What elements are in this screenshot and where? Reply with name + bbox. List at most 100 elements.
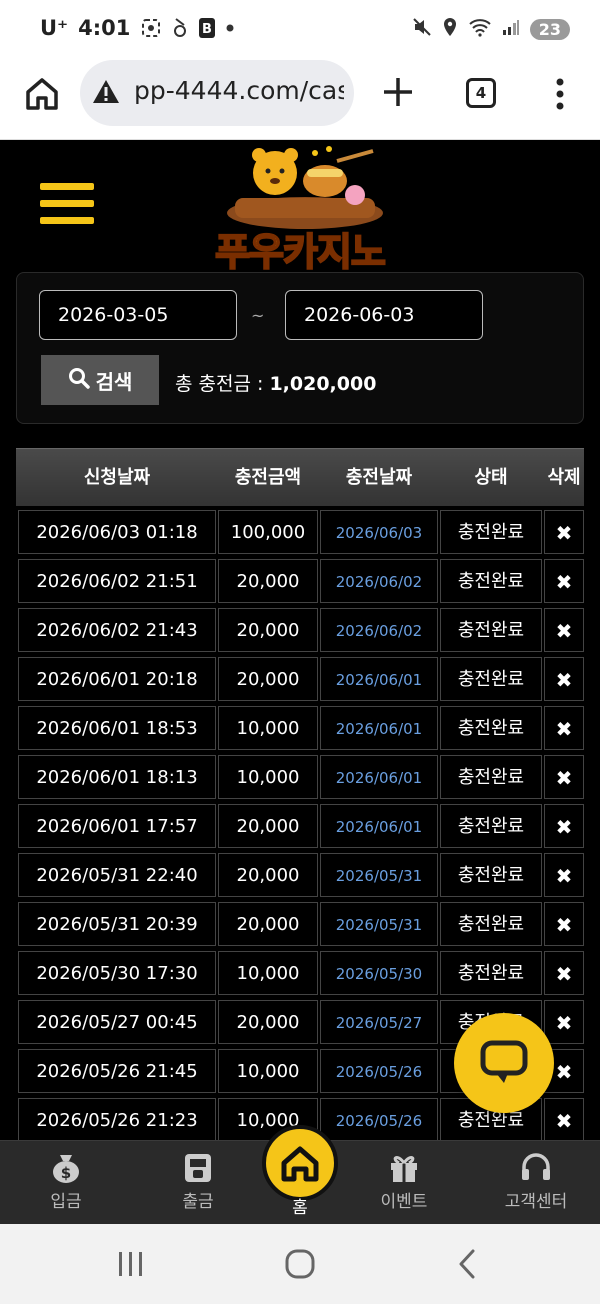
delete-icon[interactable]: ✖ (544, 608, 584, 652)
filter-panel: 2026-03-05 ~ 2026-06-03 검색 총 충전금 : 1,020… (16, 272, 584, 424)
nav-withdraw[interactable]: 출금 (148, 1149, 248, 1212)
cell-charge-date[interactable]: 2026/05/30 (320, 951, 438, 995)
nav-withdraw-label: 출금 (182, 1192, 214, 1212)
cell-amount: 20,000 (218, 804, 318, 848)
nav-support[interactable]: 고객센터 (486, 1149, 586, 1212)
atm-icon (148, 1149, 248, 1187)
cell-charge-date[interactable]: 2026/06/02 (320, 559, 438, 603)
delete-icon[interactable]: ✖ (544, 853, 584, 897)
nav-event[interactable]: 이벤트 (354, 1149, 454, 1212)
delete-icon[interactable]: ✖ (544, 510, 584, 554)
address-bar[interactable]: pp-4444.com/cas (80, 60, 354, 126)
cell-charge-date[interactable]: 2026/05/31 (320, 902, 438, 946)
table-row: 2026/06/03 01:18 100,000 2026/06/03 충전완료 ✖ (16, 506, 584, 555)
table-row: 2026/06/01 20:18 20,000 2026/06/01 충전완료 ✖ (16, 653, 584, 702)
cell-amount: 20,000 (218, 657, 318, 701)
delete-icon[interactable]: ✖ (544, 1000, 584, 1044)
money-bag-icon: $ (16, 1149, 116, 1187)
cell-request-date: 2026/06/01 20:18 (18, 657, 216, 701)
cell-amount: 100,000 (218, 510, 318, 554)
cell-status: 충전완료 (440, 559, 542, 603)
delete-icon[interactable]: ✖ (544, 559, 584, 603)
site-logo[interactable]: 푸우카지노 (205, 143, 395, 275)
cell-charge-date[interactable]: 2026/06/03 (320, 510, 438, 554)
delete-icon[interactable]: ✖ (544, 755, 584, 799)
status-bar: U⁺ 4:01 B 23 (0, 0, 600, 60)
location-icon (442, 17, 458, 41)
cell-request-date: 2026/06/02 21:51 (18, 559, 216, 603)
cell-charge-date[interactable]: 2026/05/27 (320, 1000, 438, 1044)
delete-icon[interactable]: ✖ (544, 902, 584, 946)
mute-icon (412, 17, 432, 41)
cell-charge-date[interactable]: 2026/05/31 (320, 853, 438, 897)
system-navigation-bar (0, 1224, 600, 1304)
total-deposit-value: 1,020,000 (269, 373, 377, 395)
gift-icon (354, 1149, 454, 1187)
cell-charge-date[interactable]: 2026/05/26 (320, 1049, 438, 1093)
nav-event-label: 이벤트 (380, 1192, 428, 1212)
more-menu-icon[interactable] (548, 74, 572, 114)
cell-amount: 20,000 (218, 559, 318, 603)
chat-button[interactable] (454, 1013, 554, 1113)
delete-icon[interactable]: ✖ (544, 804, 584, 848)
header-delete: 삭제 (547, 467, 581, 488)
home-system-icon[interactable] (284, 1248, 316, 1284)
date-from-input[interactable]: 2026-03-05 (39, 290, 237, 340)
search-button[interactable]: 검색 (41, 355, 159, 405)
nav-deposit-label: 입금 (50, 1192, 82, 1212)
cell-request-date: 2026/06/01 17:57 (18, 804, 216, 848)
delete-icon[interactable]: ✖ (544, 951, 584, 995)
cell-request-date: 2026/05/26 21:23 (18, 1098, 216, 1142)
cell-charge-date[interactable]: 2026/06/02 (320, 608, 438, 652)
tab-switcher-button[interactable]: 4 (466, 78, 496, 108)
table-row: 2026/05/30 17:30 10,000 2026/05/30 충전완료 ✖ (16, 947, 584, 996)
table-header: 신청날짜 충전금액 충전날짜 상태 삭제 (16, 448, 584, 506)
cell-request-date: 2026/05/27 00:45 (18, 1000, 216, 1044)
notification-icon (172, 17, 188, 39)
nav-home-label: 홈 (292, 1198, 308, 1218)
headset-icon (486, 1149, 586, 1187)
delete-icon[interactable]: ✖ (544, 1098, 584, 1142)
home-icon (281, 1146, 319, 1182)
header-charge-date: 충전날짜 (345, 467, 413, 488)
cell-charge-date[interactable]: 2026/06/01 (320, 657, 438, 701)
cell-status: 충전완료 (440, 951, 542, 995)
cell-status: 충전완료 (440, 853, 542, 897)
cell-charge-date[interactable]: 2026/06/01 (320, 706, 438, 750)
date-to-input[interactable]: 2026-06-03 (285, 290, 483, 340)
cell-status: 충전완료 (440, 510, 542, 554)
table-row: 2026/05/31 22:40 20,000 2026/05/31 충전완료 ✖ (16, 849, 584, 898)
cell-request-date: 2026/05/31 22:40 (18, 853, 216, 897)
cell-request-date: 2026/06/03 01:18 (18, 510, 216, 554)
b-app-icon: B (198, 17, 216, 39)
search-icon (68, 367, 90, 394)
new-tab-icon[interactable] (380, 74, 416, 110)
cell-charge-date[interactable]: 2026/06/01 (320, 804, 438, 848)
delete-icon[interactable]: ✖ (544, 657, 584, 701)
total-deposit: 총 충전금 : 1,020,000 (175, 369, 376, 396)
table-row: 2026/06/02 21:43 20,000 2026/06/02 충전완료 ✖ (16, 604, 584, 653)
cell-charge-date[interactable]: 2026/05/26 (320, 1098, 438, 1142)
table-row: 2026/06/02 21:51 20,000 2026/06/02 충전완료 ✖ (16, 555, 584, 604)
recent-apps-icon[interactable] (116, 1250, 146, 1282)
cell-amount: 10,000 (218, 706, 318, 750)
nav-home-button[interactable] (262, 1125, 338, 1201)
url-text[interactable]: pp-4444.com/cas (134, 76, 344, 105)
back-icon[interactable] (456, 1248, 478, 1284)
cell-charge-date[interactable]: 2026/06/01 (320, 755, 438, 799)
browser-home-icon[interactable] (22, 74, 62, 114)
nav-deposit[interactable]: $ 입금 (16, 1149, 116, 1212)
nav-support-label: 고객센터 (504, 1192, 568, 1212)
cell-status: 충전완료 (440, 706, 542, 750)
bottom-navigation: $ 입금 출금 홈 이벤트 고객센터 (0, 1125, 600, 1224)
header-request-date: 신청날짜 (83, 467, 151, 488)
total-deposit-label: 총 충전금 : (175, 373, 264, 395)
logo-text: 푸우카지노 (214, 229, 387, 275)
header-amount: 충전금액 (234, 467, 302, 488)
hamburger-menu-icon[interactable] (40, 183, 94, 227)
cell-amount: 20,000 (218, 608, 318, 652)
warning-icon[interactable] (92, 78, 120, 106)
cell-status: 충전완료 (440, 902, 542, 946)
cell-amount: 20,000 (218, 1000, 318, 1044)
delete-icon[interactable]: ✖ (544, 706, 584, 750)
